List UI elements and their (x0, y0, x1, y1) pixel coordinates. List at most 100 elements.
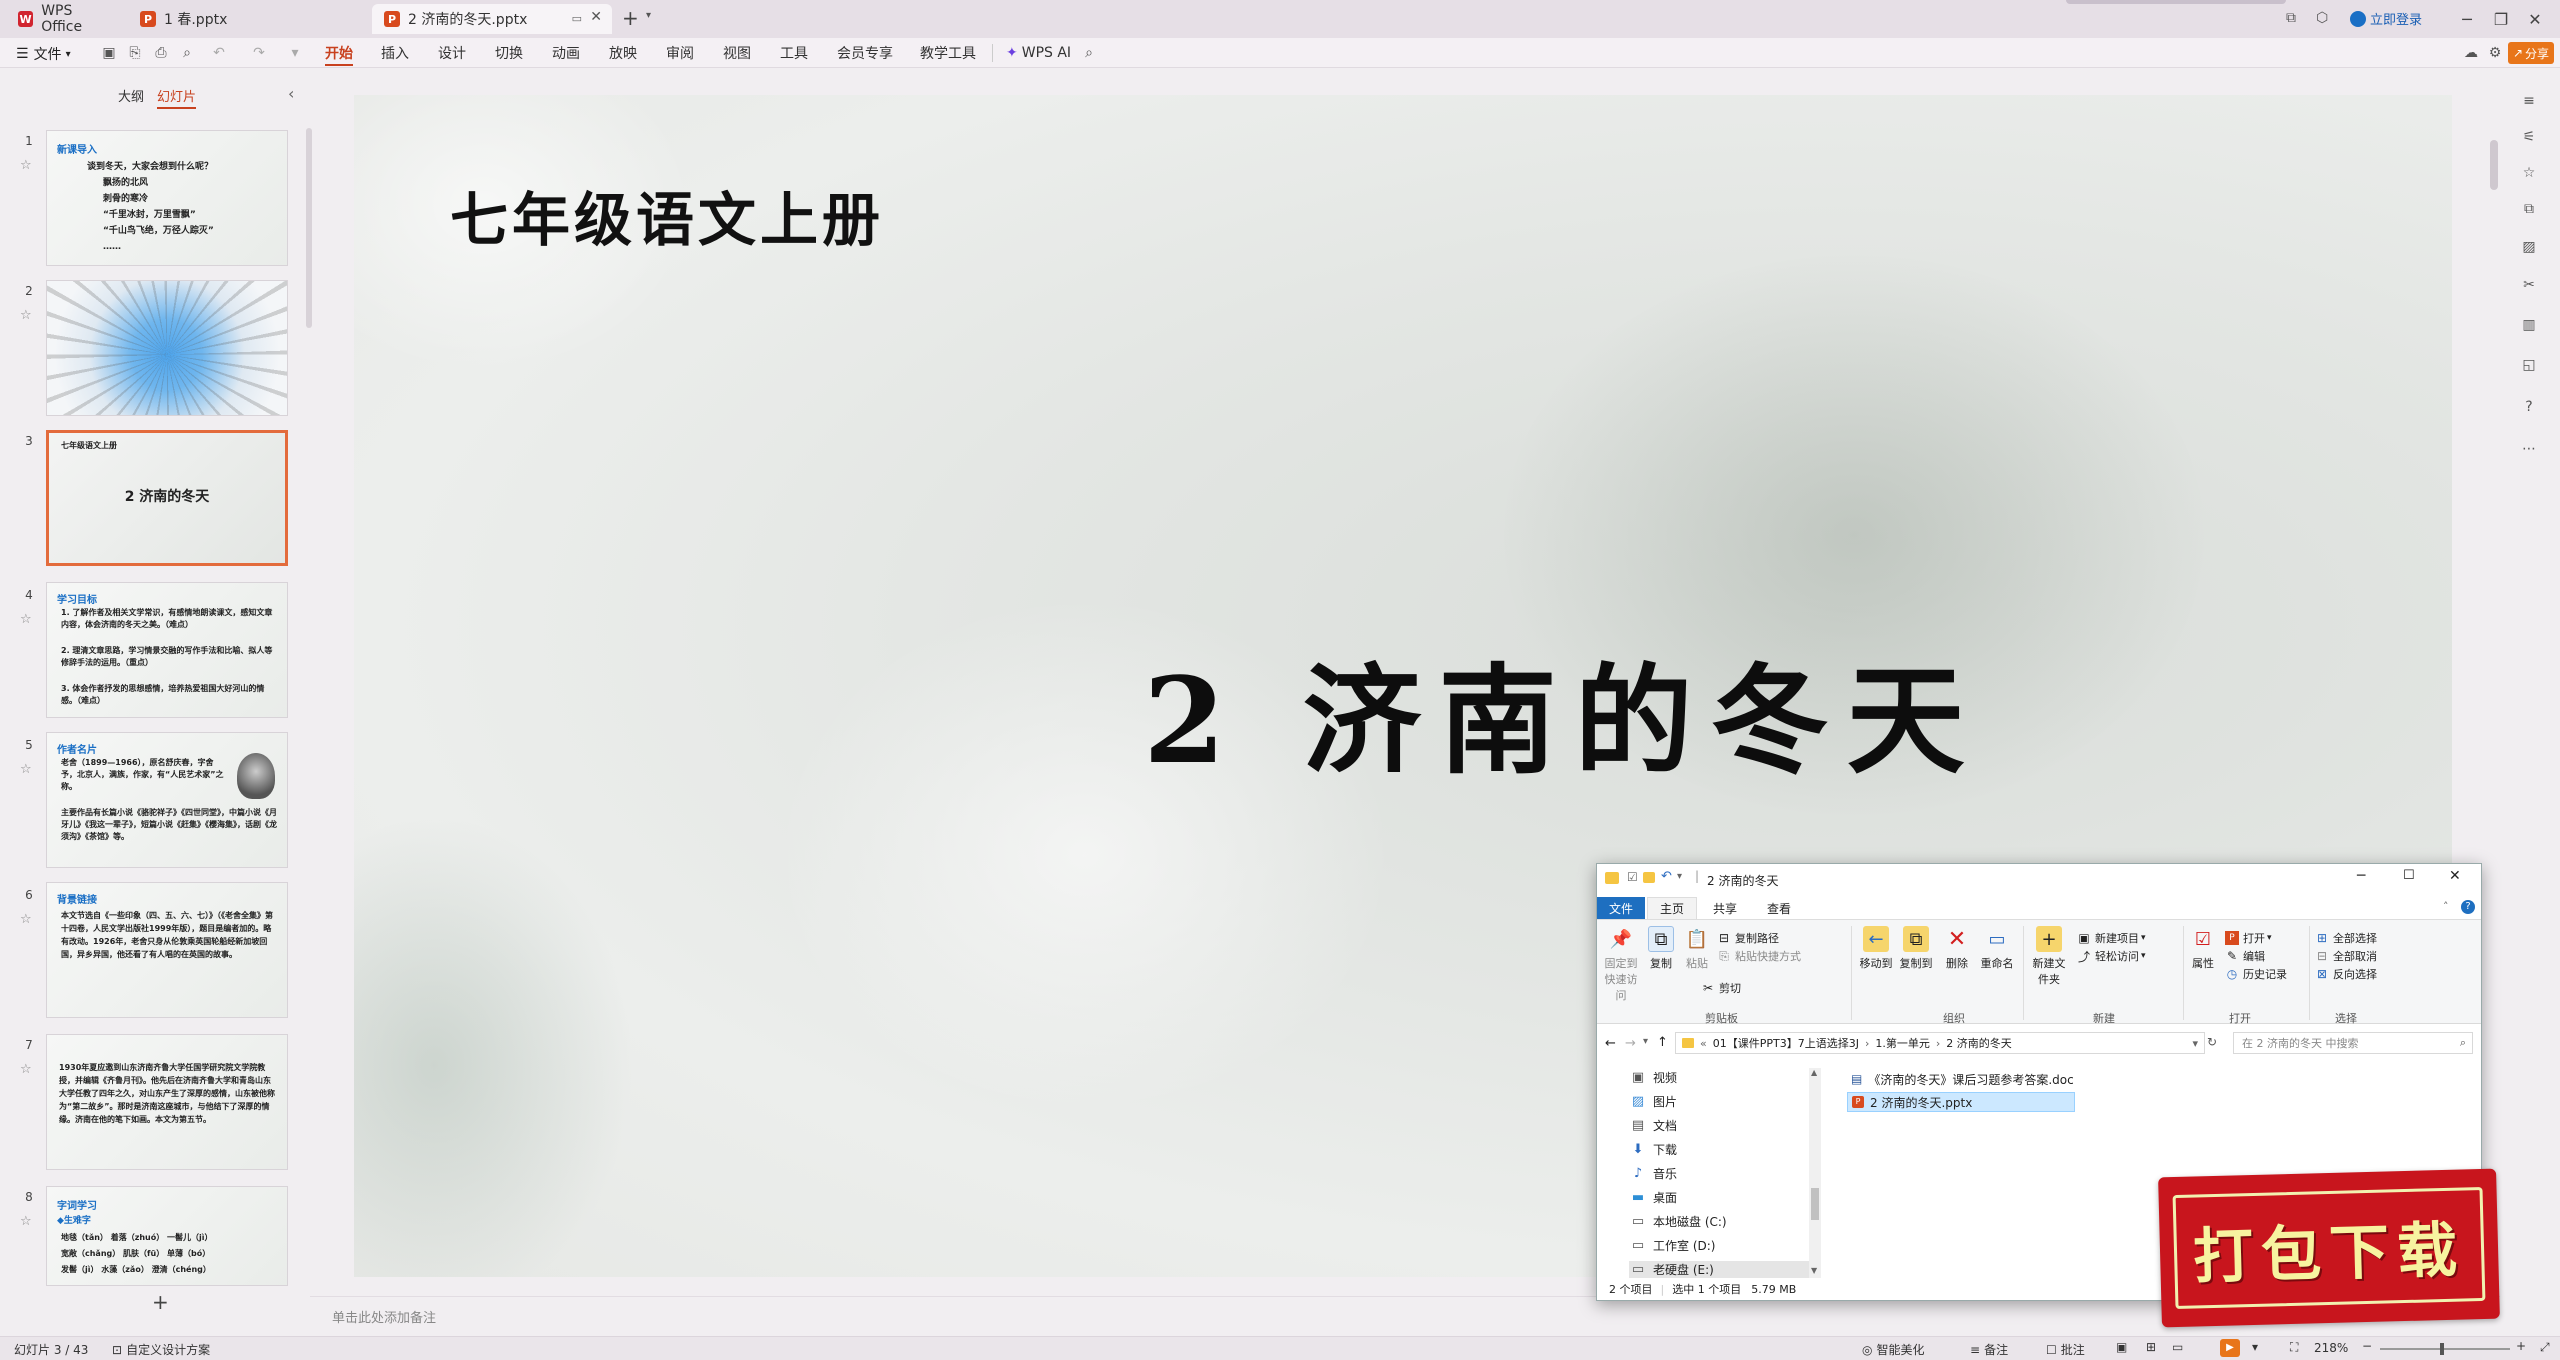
new-folder-quick-icon[interactable] (1643, 872, 1655, 883)
nav-item-drive-e[interactable]: ▭ 老硬盘 (E:) (1629, 1261, 1809, 1278)
beautify-button[interactable]: ◎ 智能美化 (1862, 1341, 1925, 1358)
redo-icon[interactable]: ↷ (250, 44, 268, 62)
menu-animation[interactable]: 动画 (552, 38, 580, 68)
monitor-icon[interactable]: ▭ (572, 12, 582, 25)
address-bar[interactable]: « 01【课件PPT3】7上语选择3J › 1.第一单元 › 2 济南的冬天 ▾ (1675, 1032, 2205, 1054)
chevron-down-icon[interactable]: ▾ (1677, 871, 1682, 882)
maximize-icon[interactable]: ☐ (2403, 868, 2415, 883)
ribbon-tab-view[interactable]: 查看 (1755, 897, 1803, 919)
menu-transition[interactable]: 切换 (495, 38, 523, 68)
wps-ai-button[interactable]: ✦ WPS AI (1006, 38, 1071, 68)
slide-scrollbar[interactable] (2490, 140, 2498, 190)
up-arrow-icon[interactable]: ↑ (1657, 1035, 1668, 1050)
star-icon[interactable]: ☆ (20, 1062, 32, 1077)
slide-thumbnail-4[interactable]: 学习目标 1. 了解作者及相关文学常识，有感情地朗读课文，感知文章内容，体会济南… (46, 582, 288, 718)
nav-item-downloads[interactable]: ⬇ 下载 (1629, 1141, 1677, 1158)
nav-item-videos[interactable]: ▣ 视频 (1629, 1069, 1677, 1086)
tab-chun-pptx[interactable]: P 1 春.pptx (128, 4, 278, 34)
collapse-panel-icon[interactable]: ‹ (288, 84, 294, 103)
slide-top-title[interactable]: 七年级语文上册 (450, 173, 884, 257)
chevron-up-icon[interactable]: ˄ (2443, 900, 2449, 913)
slide-thumbnail-1[interactable]: 新课导入 谈到冬天，大家会想到什么呢？ 飘扬的北风 刺骨的寒冷 “千里冰封，万里… (46, 130, 288, 266)
star-icon[interactable]: ☆ (20, 308, 32, 323)
move-to-button[interactable]: ← 移动到 (1857, 926, 1895, 971)
chevron-down-icon[interactable]: ▾ (286, 44, 304, 62)
open-button[interactable]: P 打开 ▾ (2225, 930, 2272, 946)
select-all-button[interactable]: ⊞ 全部选择 (2315, 930, 2377, 946)
nav-item-pictures[interactable]: ▨ 图片 (1629, 1093, 1677, 1110)
cloud-icon[interactable]: ☁ (2462, 44, 2480, 62)
notes-placeholder[interactable]: 单击此处添加备注 (332, 1307, 436, 1326)
slide-thumbnail-2[interactable] (46, 280, 288, 416)
close-tab-icon[interactable]: ✕ (590, 9, 602, 25)
ribbon-tab-file[interactable]: 文件 (1597, 897, 1646, 919)
copy-path-button[interactable]: ⊟ 复制路径 (1717, 930, 1779, 946)
edit-button[interactable]: ✎ 编辑 (2225, 948, 2265, 964)
copy-to-button[interactable]: ⧉ 复制到 (1897, 926, 1935, 971)
notes-toggle-button[interactable]: ≡ 备注 (1970, 1341, 2008, 1358)
save-icon[interactable]: ▣ (100, 44, 118, 62)
scroll-down-icon[interactable]: ▼ (1811, 1266, 1817, 1275)
preview-icon[interactable]: ⌕ (178, 44, 196, 62)
chevron-down-icon[interactable]: ▾ (2252, 1340, 2258, 1354)
help-icon[interactable]: ? (2520, 398, 2538, 416)
slide-thumbnail-3[interactable]: 七年级语文上册 2 济南的冬天 (46, 430, 288, 566)
image-icon[interactable]: ▨ (2520, 238, 2538, 256)
add-slide-button[interactable]: + (152, 1290, 169, 1314)
paste-shortcut-button[interactable]: ⎘ 粘贴快捷方式 (1717, 948, 1801, 964)
menu-tools[interactable]: 工具 (780, 38, 808, 68)
easy-access-button[interactable]: ⤴ 轻松访问 ▾ (2077, 948, 2146, 964)
login-button[interactable]: 立即登录 (2350, 9, 2422, 28)
star-icon[interactable]: ☆ (20, 912, 32, 927)
history-button[interactable]: ◷ 历史记录 (2225, 966, 2287, 982)
scroll-up-icon[interactable]: ▲ (1811, 1068, 1817, 1077)
slide-thumbnail-6[interactable]: 背景链接 本文节选自《一些印象（四、五、六、七）》（《老舍全集》第十四卷，人民文… (46, 882, 288, 1018)
menu-teaching-tools[interactable]: 教学工具 (920, 38, 976, 68)
book-icon[interactable]: ▥ (2520, 316, 2538, 334)
star-icon[interactable]: ☆ (20, 158, 32, 173)
panel-scrollbar[interactable] (306, 128, 312, 328)
breadcrumb-item[interactable]: 01【课件PPT3】7上语选择3J (1713, 1035, 1859, 1051)
play-slideshow-icon[interactable]: ▶ (2220, 1339, 2240, 1357)
undo-icon[interactable]: ↶ (1661, 869, 1672, 884)
refresh-icon[interactable]: ↻ (2207, 1035, 2217, 1049)
menu-member[interactable]: 会员专享 (837, 38, 893, 68)
invert-selection-button[interactable]: ⊠ 反向选择 (2315, 966, 2377, 982)
download-package-badge[interactable]: 打包下载 (2158, 1168, 2500, 1328)
nav-item-music[interactable]: ♪ 音乐 (1629, 1165, 1677, 1182)
nav-item-drive-d[interactable]: ▭ 工作室 (D:) (1629, 1237, 1716, 1254)
star-icon[interactable]: ☆ (20, 1214, 32, 1229)
properties-quick-icon[interactable]: ☑ (1627, 870, 1638, 884)
more-icon[interactable]: ⋯ (2520, 440, 2538, 458)
file-item[interactable]: ▤ 《济南的冬天》课后习题参考答案.doc (1847, 1070, 2078, 1088)
file-menu[interactable]: ☰ 文件 ▾ (16, 44, 71, 64)
copy-button[interactable]: ⧉ 复制 (1645, 926, 1677, 971)
scroll-thumb[interactable] (1811, 1188, 1819, 1220)
menu-view[interactable]: 视图 (723, 38, 751, 68)
chevron-down-icon[interactable]: ▾ (2192, 1037, 2198, 1050)
minimize-icon[interactable]: ─ (2357, 868, 2365, 884)
forward-arrow-icon[interactable]: → (1625, 1036, 1636, 1051)
paste-button[interactable]: 📋 粘贴 (1681, 926, 1713, 971)
tab-wps-office[interactable]: W WPS Office (6, 3, 126, 35)
slide-main-title[interactable]: 2 济南的冬天 (354, 625, 2452, 796)
design-scheme-button[interactable]: ⊡ 自定义设计方案 (112, 1341, 210, 1358)
new-folder-button[interactable]: + 新建文件夹 (2027, 926, 2071, 987)
window-icon[interactable]: ⧉ (2286, 10, 2296, 26)
select-none-button[interactable]: ⊟ 全部取消 (2315, 948, 2377, 964)
menu-start[interactable]: 开始 (325, 38, 353, 68)
star-icon[interactable]: ☆ (20, 612, 32, 627)
zoom-level[interactable]: 218% (2314, 1341, 2348, 1355)
tab-outline[interactable]: 大纲 (118, 86, 144, 105)
print-icon[interactable]: ⎙ (152, 44, 170, 62)
comment-button[interactable]: ☐ 批注 (2046, 1341, 2085, 1358)
zoom-slider[interactable] (2380, 1348, 2510, 1350)
properties-button[interactable]: ☑ 属性 (2187, 926, 2219, 971)
tools-icon[interactable]: ✂ (2520, 276, 2538, 294)
star-icon[interactable]: ☆ (2520, 164, 2538, 182)
settings-icon[interactable]: ⚙ (2486, 44, 2504, 62)
close-icon[interactable]: ✕ (2512, 0, 2558, 38)
nav-item-drive-c[interactable]: ▭ 本地磁盘 (C:) (1629, 1213, 1727, 1230)
share-button[interactable]: ↗ 分享 (2508, 42, 2554, 64)
pin-quick-access-button[interactable]: 📌 固定到快速访问 (1601, 926, 1641, 1003)
